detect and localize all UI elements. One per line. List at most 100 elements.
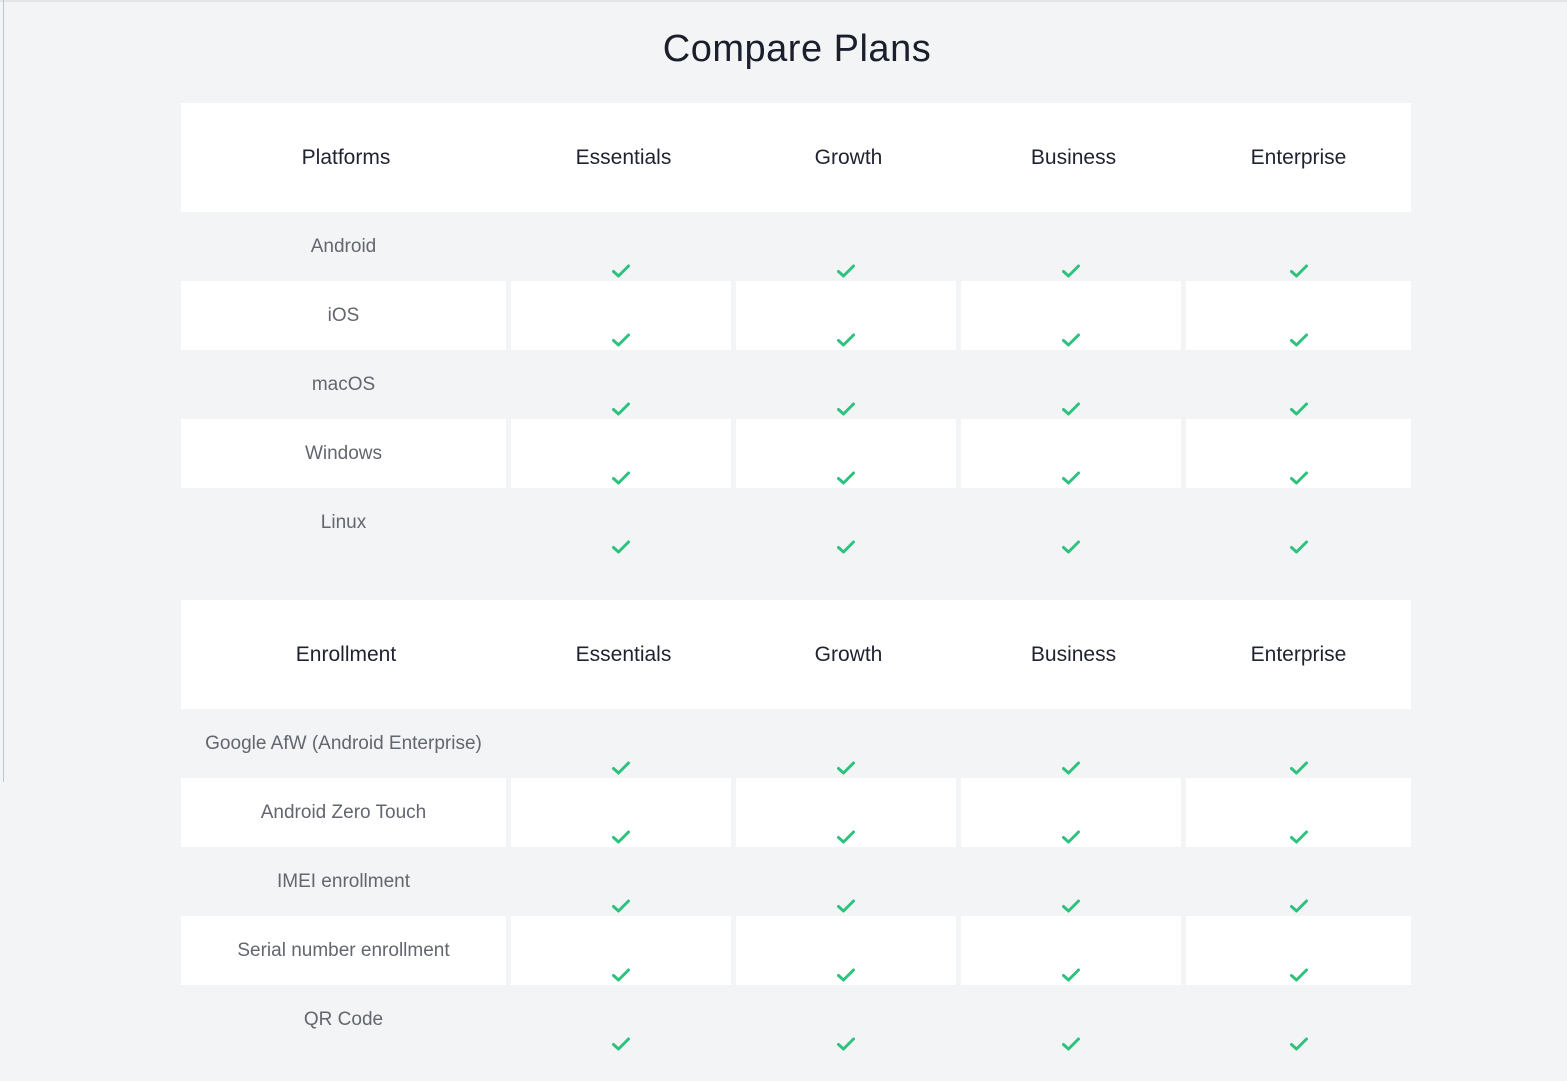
check-cell [961, 281, 1181, 350]
check-icon [1289, 515, 1308, 554]
plan-header-growth: Growth [814, 146, 883, 169]
check-cell [511, 985, 731, 1054]
check-icon [1062, 1012, 1080, 1051]
check-cell [736, 488, 956, 557]
page-title: Compare Plans [662, 28, 932, 70]
feature-name: Android Zero Touch [181, 778, 506, 847]
check-icon [1062, 308, 1080, 347]
left-border [3, 0, 4, 782]
table-header: Platforms Essentials Growth Business Ent… [181, 103, 1411, 212]
table-row: Android Zero Touch [181, 778, 1411, 847]
table-row: QR Code [181, 985, 1411, 1054]
check-cell [511, 350, 731, 419]
check-icon [612, 1012, 630, 1051]
feature-name: Android [181, 212, 506, 281]
check-cell [961, 778, 1181, 847]
check-cell [736, 212, 956, 281]
check-cell [1186, 281, 1411, 350]
check-cell [1186, 985, 1411, 1054]
check-icon [1062, 446, 1080, 485]
feature-name: QR Code [181, 985, 506, 1054]
table-row: Serial number enrollment [181, 916, 1411, 985]
feature-name: Linux [181, 488, 506, 557]
check-cell [736, 847, 956, 916]
check-icon [1289, 874, 1308, 913]
plan-header-essentials: Essentials [575, 643, 672, 666]
check-cell [961, 985, 1181, 1054]
check-cell [736, 778, 956, 847]
check-icon [1062, 377, 1080, 416]
check-cell [1186, 916, 1411, 985]
check-cell [511, 916, 731, 985]
check-cell [961, 212, 1181, 281]
check-cell [961, 847, 1181, 916]
check-cell [511, 212, 731, 281]
check-icon [837, 805, 855, 844]
check-cell [961, 419, 1181, 488]
check-icon [1289, 308, 1308, 347]
table-row: Google AfW (Android Enterprise) [181, 709, 1411, 778]
table-row: IMEI enrollment [181, 847, 1411, 916]
check-cell [511, 419, 731, 488]
check-cell [511, 488, 731, 557]
feature-name: Windows [181, 419, 506, 488]
check-icon [1062, 805, 1080, 844]
check-cell [961, 350, 1181, 419]
check-icon [837, 736, 855, 775]
check-icon [1062, 515, 1080, 554]
check-cell [736, 709, 956, 778]
feature-name: Google AfW (Android Enterprise) [181, 709, 506, 778]
check-cell [961, 709, 1181, 778]
check-icon [837, 943, 855, 982]
table-row: macOS [181, 350, 1411, 419]
check-cell [1186, 488, 1411, 557]
check-icon [1289, 239, 1308, 278]
check-icon [1289, 943, 1308, 982]
plan-header-essentials: Essentials [575, 146, 672, 169]
feature-name: IMEI enrollment [181, 847, 506, 916]
check-cell [736, 985, 956, 1054]
check-icon [1289, 805, 1308, 844]
check-icon [612, 308, 630, 347]
check-cell [511, 847, 731, 916]
feature-name: Serial number enrollment [181, 916, 506, 985]
check-icon [837, 1012, 855, 1051]
feature-name: macOS [181, 350, 506, 419]
section-header: Enrollment [295, 643, 397, 666]
table-header: Enrollment Essentials Growth Business En… [181, 600, 1411, 709]
check-cell [511, 281, 731, 350]
table-row: Linux [181, 488, 1411, 557]
check-cell [1186, 778, 1411, 847]
table-row: Android [181, 212, 1411, 281]
platforms-table: Platforms Essentials Growth Business Ent… [181, 103, 1411, 557]
check-icon [1062, 874, 1080, 913]
check-icon [612, 239, 630, 278]
plan-header-business: Business [1030, 146, 1117, 169]
plan-header-growth: Growth [814, 643, 883, 666]
feature-name: iOS [181, 281, 506, 350]
check-icon [837, 377, 855, 416]
check-icon [837, 308, 855, 347]
check-icon [1289, 446, 1308, 485]
check-icon [612, 446, 630, 485]
check-cell [961, 916, 1181, 985]
table-row: iOS [181, 281, 1411, 350]
check-icon [612, 805, 630, 844]
plan-header-business: Business [1030, 643, 1117, 666]
table-row: Windows [181, 419, 1411, 488]
check-cell [736, 916, 956, 985]
check-icon [1289, 1012, 1308, 1051]
check-icon [612, 736, 630, 775]
enrollment-table: Enrollment Essentials Growth Business En… [181, 600, 1411, 1054]
check-icon [1062, 239, 1080, 278]
check-icon [612, 515, 630, 554]
check-cell [1186, 709, 1411, 778]
check-icon [612, 874, 630, 913]
check-icon [837, 446, 855, 485]
check-icon [612, 377, 630, 416]
check-icon [837, 239, 855, 278]
check-icon [837, 515, 855, 554]
check-cell [511, 709, 731, 778]
check-cell [511, 778, 731, 847]
check-icon [1289, 377, 1308, 416]
